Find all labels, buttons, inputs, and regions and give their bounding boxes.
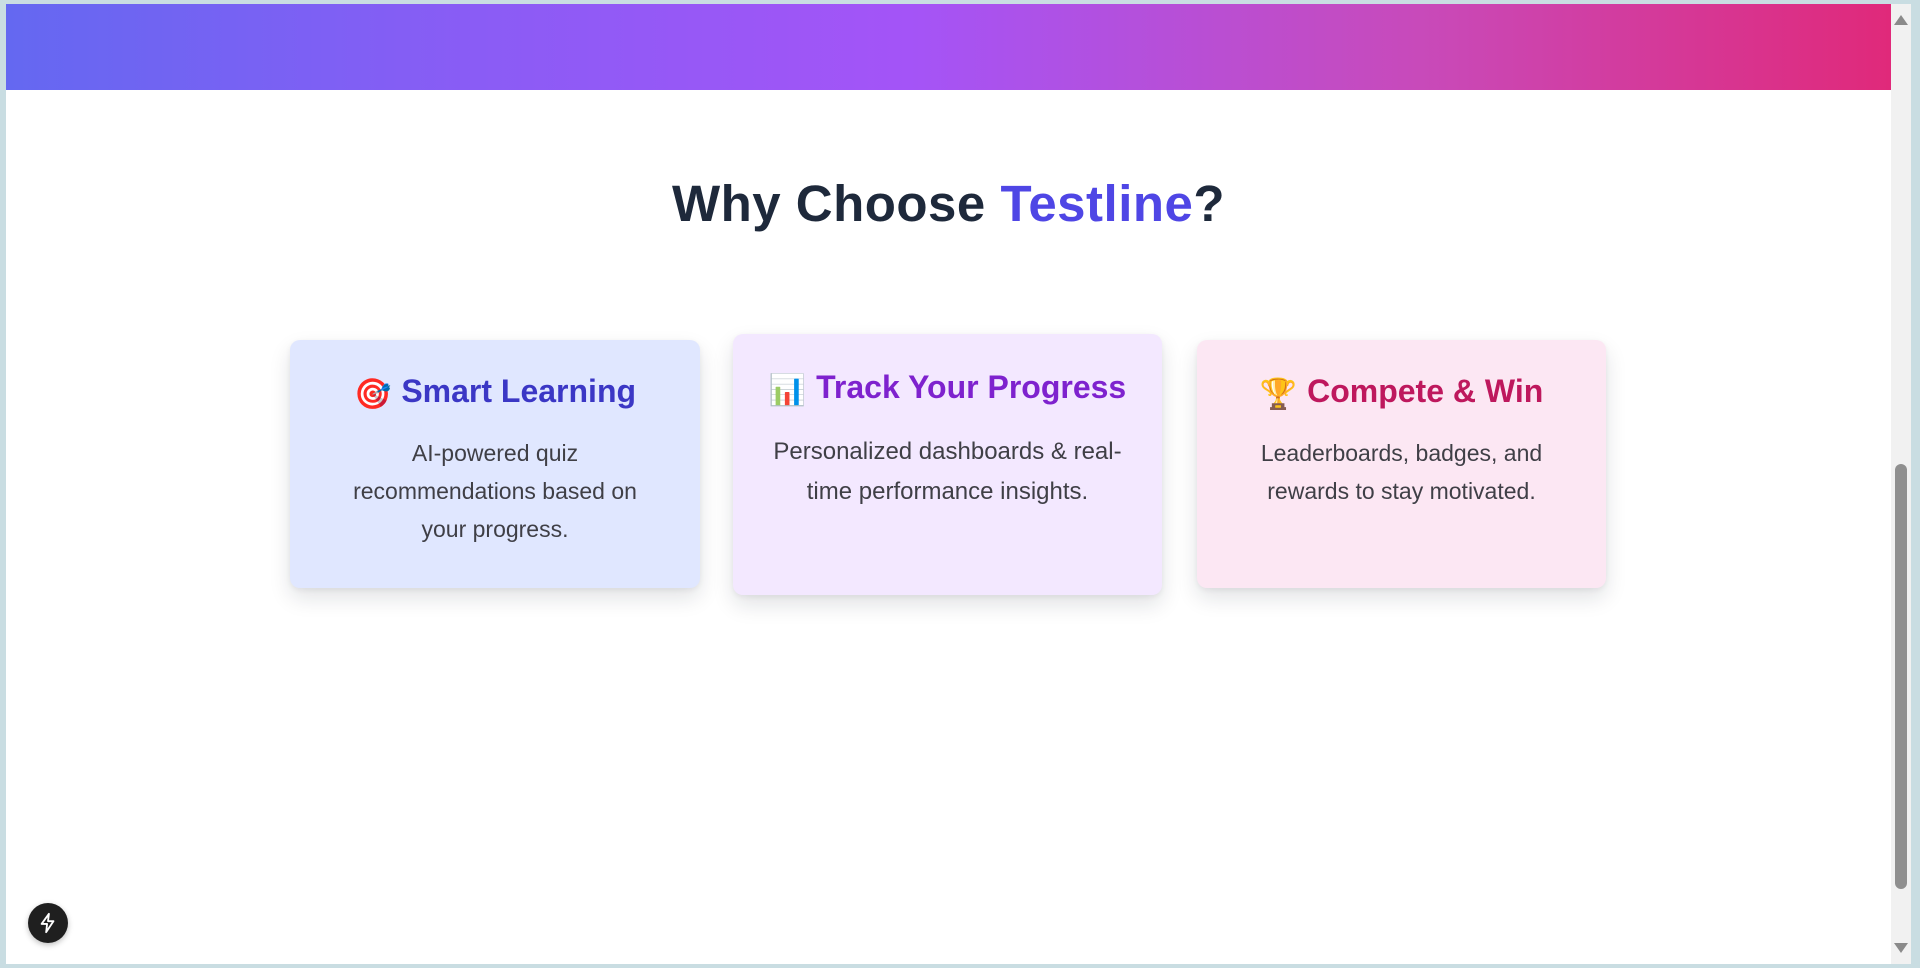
feature-card-description: Leaderboards, badges, and rewards to sta… — [1260, 440, 1543, 504]
feature-card-description: AI-powered quiz recommendations based on… — [353, 440, 637, 542]
feature-card-title-text: Smart Learning — [401, 373, 637, 409]
floating-action-button[interactable] — [28, 903, 68, 943]
vertical-scrollbar[interactable] — [1891, 4, 1911, 964]
page-viewport: Why Choose Testline? 🎯 Smart Learning AI-… — [6, 4, 1891, 964]
feature-card-track-progress: 📊 Track Your Progress Personalized dashbo… — [733, 334, 1162, 595]
feature-card-title: 🎯 Smart Learning — [290, 340, 700, 418]
feature-card-smart-learning: 🎯 Smart Learning AI-powered quiz recommen… — [290, 340, 700, 588]
feature-card-title: 📊 Track Your Progress — [733, 334, 1162, 414]
title-prefix: Why Choose — [671, 175, 1001, 232]
scroll-up-arrow-icon[interactable] — [1894, 15, 1908, 25]
feature-card-title-text: Track Your Progress — [816, 369, 1127, 405]
feature-card-title: 🏆 Compete & Win — [1197, 340, 1606, 418]
feature-card-compete-win: 🏆 Compete & Win Leaderboards, badges, and… — [1197, 340, 1606, 588]
feature-card-title-text: Compete & Win — [1307, 373, 1544, 409]
lightning-bolt-icon — [40, 912, 55, 934]
title-brand: Testline — [1000, 175, 1194, 232]
scroll-down-arrow-icon[interactable] — [1894, 943, 1908, 953]
target-icon: 🎯 — [353, 378, 392, 411]
scroll-thumb[interactable] — [1895, 464, 1907, 889]
feature-card-description: Personalized dashboards & real-time perf… — [773, 438, 1122, 505]
bar-chart-icon: 📊 — [768, 374, 807, 407]
gradient-banner — [6, 4, 1891, 90]
section-title: Why Choose Testline? — [6, 174, 1891, 233]
title-suffix: ? — [1193, 175, 1226, 232]
trophy-icon: 🏆 — [1259, 378, 1298, 411]
